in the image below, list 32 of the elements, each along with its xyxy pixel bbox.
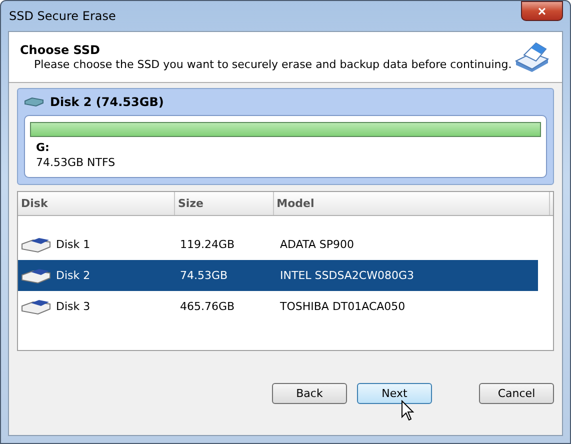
window-title: SSD Secure Erase xyxy=(8,9,116,23)
disk-row[interactable]: Disk 1 119.24GB ADATA SP900 xyxy=(18,229,538,260)
drive-icon xyxy=(21,268,51,284)
page-description: Please choose the SSD you want to securely erase and backup data before continuing. xyxy=(33,58,512,71)
table-cell: Disk 3 xyxy=(56,300,90,313)
disk-row[interactable]: Disk 2 74.53GB INTEL SSDSA2CW080G3 xyxy=(18,260,538,291)
drive-icon xyxy=(24,97,44,107)
partition-card[interactable]: G: 74.53GB NTFS xyxy=(24,115,547,178)
table-cell-text: 74.53GB xyxy=(179,269,229,282)
mouse-cursor-icon xyxy=(401,400,415,422)
column-header[interactable]: Disk xyxy=(18,192,175,215)
table-cell-text: TOSHIBA DT01ACA050 xyxy=(279,300,406,313)
disk-title: Disk 2 (74.53GB) xyxy=(50,95,164,109)
drive-icon xyxy=(21,298,51,314)
disk-row[interactable]: Disk 3 465.76GB TOSHIBA DT01ACA050 xyxy=(18,291,538,322)
table-cell: Disk 2 xyxy=(56,269,90,282)
dialog-button[interactable]: Back xyxy=(272,382,347,404)
column-header[interactable]: Size xyxy=(174,192,274,215)
partition-letter: G: xyxy=(35,141,50,154)
column-header[interactable]: Model xyxy=(274,192,550,215)
partition-info: 74.53GB NTFS xyxy=(35,156,116,169)
dialog-button[interactable]: Next xyxy=(357,382,432,404)
dialog-button[interactable]: Cancel xyxy=(479,382,554,404)
page-title: Choose SSD xyxy=(20,43,102,57)
drive-icon xyxy=(21,236,51,252)
table-cell-text: 465.76GB xyxy=(179,300,236,313)
table-cell: Disk 1 xyxy=(56,238,90,251)
table-cell-text: 119.24GB xyxy=(179,238,236,251)
eraser-icon xyxy=(514,41,550,73)
close-button[interactable]: × xyxy=(521,1,563,21)
table-cell-text: ADATA SP900 xyxy=(279,238,354,251)
table-cell-text: INTEL SSDSA2CW080G3 xyxy=(279,269,414,282)
